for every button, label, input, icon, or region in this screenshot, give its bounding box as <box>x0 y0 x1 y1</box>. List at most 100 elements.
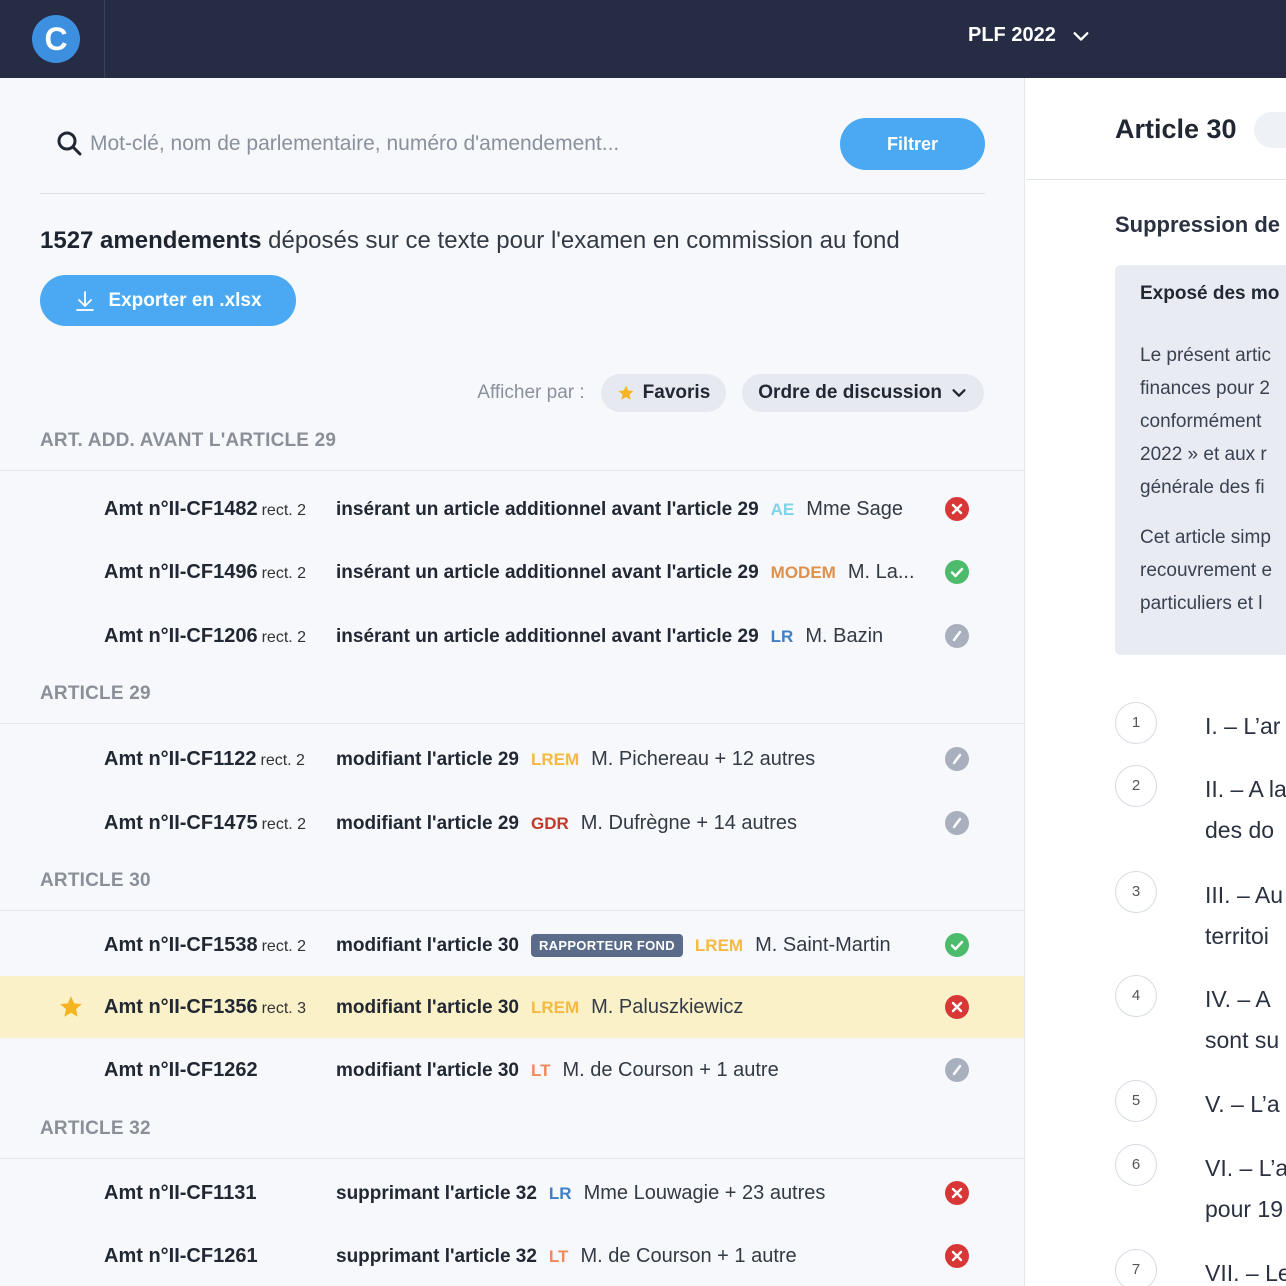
amendment-number-text: Amt n°II-CF1475 <box>104 812 258 834</box>
alinea-number[interactable]: 5 <box>1115 1080 1157 1122</box>
article-chip[interactable] <box>1254 112 1286 148</box>
amendment-description: supprimant l'article 32 LT M. de Courson +… <box>336 1245 797 1268</box>
amendment-rect: rect. 2 <box>261 938 307 955</box>
amendment-description: modifiant l'article 29 LREM M. Pichereau +… <box>336 748 815 771</box>
amendment-row[interactable]: Amt n°II-CF1475 rect. 2 modifiant l'articl… <box>0 792 1024 854</box>
expose-line: générale des fi <box>1140 477 1265 498</box>
export-xlsx-button[interactable]: Exporter en .xlsx <box>40 275 296 326</box>
favorites-toggle[interactable]: Favoris <box>600 374 727 412</box>
alinea-text: III. – Au territoi <box>1205 875 1283 957</box>
section-title: ART. ADD. AVANT L'ARTICLE 29 <box>40 430 337 451</box>
amendment-description: modifiant l'article 30 LREM M. Paluszkiewi… <box>336 996 743 1019</box>
amendment-row[interactable]: Amt n°II-CF1356 rect. 3 modifiant l'articl… <box>0 976 1024 1038</box>
section-title: ARTICLE 30 <box>40 870 151 891</box>
amendment-row[interactable]: Amt n°II-CF1122 rect. 2 modifiant l'articl… <box>0 728 1024 790</box>
favorite-star-icon[interactable] <box>58 994 84 1020</box>
amendment-description: modifiant l'article 30 RAPPORTEUR FOND LRE… <box>336 934 891 957</box>
rejected-status-icon <box>945 497 969 521</box>
amendment-description: modifiant l'article 29 GDR M. Dufrègne + 1… <box>336 812 797 835</box>
download-icon <box>76 290 95 311</box>
author-name: M. Bazin <box>805 625 884 647</box>
author-name: M. de Courson + 1 autre <box>562 1059 779 1081</box>
amendment-number-text: Amt n°II-CF1261 <box>104 1245 258 1267</box>
amendment-number: Amt n°II-CF1262 <box>104 1059 258 1082</box>
amendment-number: Amt n°II-CF1538 rect. 2 <box>104 934 306 957</box>
amendment-number: Amt n°II-CF1206 rect. 2 <box>104 625 306 648</box>
section-title: ARTICLE 29 <box>40 683 151 704</box>
alinea-line: territoi <box>1205 923 1269 949</box>
article-title: Article 30 <box>1115 114 1237 144</box>
amendment-number-text: Amt n°II-CF1482 <box>104 498 258 520</box>
expose-paragraph-2: Cet article simp recouvrement e particulie… <box>1140 521 1272 620</box>
group-label: LREM <box>530 997 580 1017</box>
alinea-number[interactable]: 1 <box>1115 702 1157 744</box>
search-input[interactable] <box>90 124 830 164</box>
alinea-number[interactable]: 3 <box>1115 871 1157 913</box>
alinea-text: I. – L’ar <box>1205 706 1280 747</box>
section-divider <box>0 470 1024 471</box>
amendment-description: modifiant l'article 30 LT M. de Courson + … <box>336 1059 779 1082</box>
expose-line: Le présent artic <box>1140 345 1271 366</box>
star-icon <box>618 385 634 400</box>
amendment-row[interactable]: Amt n°II-CF1261 supprimant l'article 32 LT… <box>0 1225 1024 1286</box>
alinea-line: IV. – A <box>1205 986 1271 1012</box>
amendment-number: Amt n°II-CF1131 <box>104 1182 256 1205</box>
alinea-line: pour 19 <box>1205 1196 1284 1222</box>
alinea-number[interactable]: 6 <box>1115 1144 1157 1186</box>
group-label: LR <box>548 1183 572 1203</box>
amendment-action: insérant un article additionnel avant l'… <box>336 625 759 647</box>
order-label: Ordre de discussion <box>758 382 942 403</box>
display-by-label: Afficher par : <box>477 382 585 403</box>
alinea-line: I. – L’ar <box>1205 713 1281 739</box>
filter-button[interactable]: Filtrer <box>840 118 985 170</box>
withdrawn-status-icon <box>945 624 969 648</box>
expose-paragraph-1: Le présent artic finances pour 2 conformém… <box>1140 339 1271 504</box>
amendment-description: insérant un article additionnel avant l'… <box>336 498 903 521</box>
alinea-line: VII. – Le <box>1205 1260 1286 1286</box>
withdrawn-status-icon <box>945 1058 969 1082</box>
app-logo[interactable]: C <box>32 15 80 63</box>
expose-title: Exposé des mo <box>1140 283 1280 304</box>
amendment-rect: rect. 2 <box>261 629 307 646</box>
amendment-rect: rect. 2 <box>261 502 307 519</box>
amendment-rect: rect. 2 <box>261 816 307 833</box>
amendment-count: 1527 amendements déposés sur ce texte po… <box>40 227 900 255</box>
amendment-number: Amt n°II-CF1482 rect. 2 <box>104 498 306 521</box>
export-label: Exporter en .xlsx <box>108 289 262 311</box>
favorites-label: Favoris <box>642 382 711 403</box>
author-name: M. Saint-Martin <box>755 934 891 956</box>
alinea-line: VI. – L’a <box>1205 1155 1286 1181</box>
amendment-row[interactable]: Amt n°II-CF1538 rect. 2 modifiant l'articl… <box>0 914 1024 976</box>
amendment-number-text: Amt n°II-CF1206 <box>104 625 258 647</box>
group-label: LREM <box>530 749 580 769</box>
alinea-number[interactable]: 2 <box>1115 765 1157 807</box>
expose-line: recouvrement e <box>1140 560 1273 581</box>
amendment-number: Amt n°II-CF1356 rect. 3 <box>104 996 306 1019</box>
amendment-action: insérant un article additionnel avant l'… <box>336 561 759 583</box>
author-name: M. Paluszkiewicz <box>591 996 744 1018</box>
amendment-description: insérant un article additionnel avant l'… <box>336 561 915 584</box>
document-selector-label: PLF 2022 <box>968 24 1056 46</box>
group-label: GDR <box>530 813 569 833</box>
chevron-down-icon <box>952 389 966 397</box>
amendment-row[interactable]: Amt n°II-CF1262 modifiant l'article 30 LT M… <box>0 1039 1024 1101</box>
alinea-number[interactable]: 7 <box>1115 1249 1157 1286</box>
amendment-row[interactable]: Amt n°II-CF1131 supprimant l'article 32 LR… <box>0 1162 1024 1224</box>
amendment-row[interactable]: Amt n°II-CF1482 rect. 2 insérant un articl… <box>0 478 1024 540</box>
amendment-row[interactable]: Amt n°II-CF1496 rect. 2 insérant un articl… <box>0 541 1024 603</box>
group-label: LR <box>770 626 794 646</box>
alinea-text: VI. – L’a pour 19 <box>1205 1148 1286 1230</box>
order-dropdown[interactable]: Ordre de discussion <box>742 374 984 412</box>
adopted-status-icon <box>945 560 969 584</box>
amendment-row[interactable]: Amt n°II-CF1206 rect. 2 insérant un articl… <box>0 605 1024 667</box>
alinea-text: V. – L’a <box>1205 1084 1280 1125</box>
rejected-status-icon <box>945 995 969 1019</box>
alinea-number[interactable]: 4 <box>1115 975 1157 1017</box>
document-selector[interactable]: PLF 2022 <box>968 24 1090 47</box>
amendment-number-text: Amt n°II-CF1131 <box>104 1182 257 1204</box>
amendment-number-text: Amt n°II-CF1496 <box>104 561 258 583</box>
amendment-action: modifiant l'article 29 <box>336 748 519 770</box>
article-divider <box>1026 179 1286 180</box>
expose-line: particuliers et l <box>1140 593 1263 614</box>
alinea-line: des do <box>1205 817 1275 843</box>
